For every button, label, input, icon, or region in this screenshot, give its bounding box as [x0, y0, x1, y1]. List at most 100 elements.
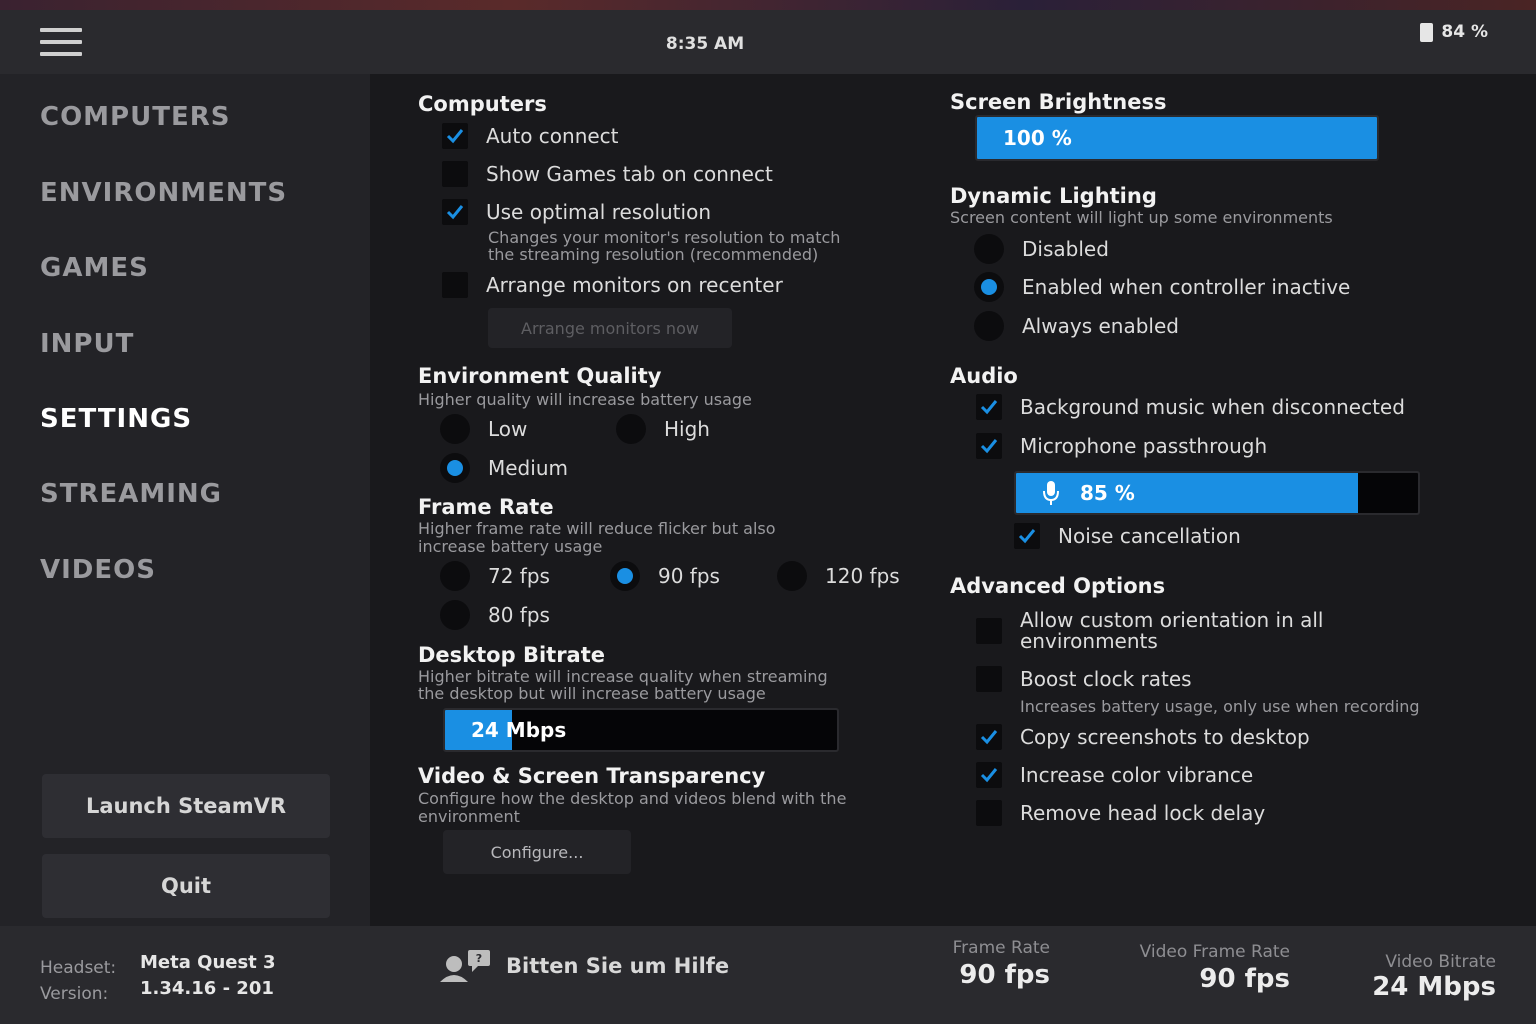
environment-quality-desc: Higher quality will increase battery usa…	[418, 390, 752, 409]
sidebar-item-videos[interactable]: VIDEOS	[40, 555, 156, 585]
support-agent-icon: ?	[440, 950, 490, 982]
sidebar-item-streaming[interactable]: STREAMING	[40, 479, 222, 509]
auto-connect-option[interactable]: Auto connect	[442, 123, 619, 149]
noise-cancellation-option[interactable]: Noise cancellation	[1014, 523, 1241, 549]
boost-clock-checkbox[interactable]	[976, 666, 1002, 692]
quality-medium-option[interactable]: Medium	[440, 453, 568, 483]
noise-cancellation-label: Noise cancellation	[1058, 524, 1241, 548]
boost-clock-desc: Increases battery usage, only use when r…	[1020, 697, 1420, 716]
quality-high-option[interactable]: High	[616, 414, 710, 444]
desktop-bitrate-heading: Desktop Bitrate	[418, 643, 606, 667]
transparency-desc-2: environment	[418, 807, 520, 826]
headset-value: Meta Quest 3	[140, 952, 276, 973]
mic-level-value: 85 %	[1080, 481, 1135, 505]
sidebar-item-games[interactable]: GAMES	[40, 253, 149, 283]
fps-90-radio[interactable]	[610, 561, 640, 591]
lighting-inactive-option[interactable]: Enabled when controller inactive	[974, 272, 1350, 302]
copy-screenshots-checkbox[interactable]	[976, 724, 1002, 750]
fps-120-radio[interactable]	[777, 561, 807, 591]
frame-rate-desc-1: Higher frame rate will reduce flicker bu…	[418, 519, 776, 538]
advanced-heading: Advanced Options	[950, 574, 1166, 598]
audio-heading: Audio	[950, 364, 1018, 388]
lighting-inactive-radio[interactable]	[974, 272, 1004, 302]
optimal-resolution-checkbox[interactable]	[442, 199, 468, 225]
fps-90-option[interactable]: 90 fps	[610, 561, 720, 591]
custom-orientation-label-2: environments	[1020, 629, 1158, 653]
head-lock-checkbox[interactable]	[976, 800, 1002, 826]
quality-high-label: High	[664, 417, 710, 441]
frame-rate-heading: Frame Rate	[418, 495, 554, 519]
brightness-slider[interactable]: 100 %	[975, 115, 1379, 161]
fps-80-radio[interactable]	[440, 600, 470, 630]
desktop-bitrate-desc-2: the desktop but will increase battery us…	[418, 684, 766, 703]
copy-screenshots-option[interactable]: Copy screenshots to desktop	[976, 724, 1310, 750]
bg-music-label: Background music when disconnected	[1020, 395, 1405, 419]
sidebar-item-environments[interactable]: ENVIRONMENTS	[40, 178, 287, 208]
boost-clock-option[interactable]: Boost clock rates	[976, 666, 1192, 692]
lighting-disabled-radio[interactable]	[974, 234, 1004, 264]
mic-level-content: 85 %	[1042, 473, 1135, 513]
show-games-option[interactable]: Show Games tab on connect	[442, 161, 773, 187]
quality-low-radio[interactable]	[440, 414, 470, 444]
auto-connect-label: Auto connect	[486, 124, 619, 148]
color-vibrance-option[interactable]: Increase color vibrance	[976, 762, 1253, 788]
desktop-bitrate-slider[interactable]: 24 Mbps	[443, 708, 839, 752]
lighting-inactive-label: Enabled when controller inactive	[1022, 275, 1351, 299]
optimal-resolution-desc-2: the streaming resolution (recommended)	[488, 245, 819, 264]
quality-low-option[interactable]: Low	[440, 414, 527, 444]
lighting-always-option[interactable]: Always enabled	[974, 311, 1179, 341]
quality-medium-label: Medium	[488, 456, 568, 480]
lighting-disabled-label: Disabled	[1022, 237, 1109, 261]
transparency-heading: Video & Screen Transparency	[418, 764, 766, 788]
desktop-bitrate-desc-1: Higher bitrate will increase quality whe…	[418, 667, 828, 686]
noise-cancellation-checkbox[interactable]	[1014, 523, 1040, 549]
dynamic-lighting-desc: Screen content will light up some enviro…	[950, 208, 1333, 227]
sidebar-item-settings[interactable]: SETTINGS	[40, 404, 192, 434]
mic-passthrough-option[interactable]: Microphone passthrough	[976, 433, 1267, 459]
mic-passthrough-checkbox[interactable]	[976, 433, 1002, 459]
frame-rate-stat-label: Frame Rate	[952, 938, 1050, 958]
quit-button[interactable]: Quit	[42, 854, 330, 918]
auto-connect-checkbox[interactable]	[442, 123, 468, 149]
transparency-desc-1: Configure how the desktop and videos ble…	[418, 789, 847, 808]
quality-medium-radio[interactable]	[440, 453, 470, 483]
battery-icon	[1420, 22, 1434, 42]
fps-80-label: 80 fps	[488, 603, 550, 627]
environment-quality-heading: Environment Quality	[418, 364, 662, 388]
optimal-resolution-option[interactable]: Use optimal resolution	[442, 199, 711, 225]
quality-high-radio[interactable]	[616, 414, 646, 444]
help-button[interactable]: ? Bitten Sie um Hilfe	[438, 948, 729, 984]
head-lock-option[interactable]: Remove head lock delay	[976, 800, 1265, 826]
sidebar: COMPUTERS ENVIRONMENTS GAMES INPUT SETTI…	[0, 74, 370, 926]
sidebar-item-input[interactable]: INPUT	[40, 329, 134, 359]
headset-label: Headset:	[40, 958, 117, 978]
show-games-checkbox[interactable]	[442, 161, 468, 187]
fps-120-option[interactable]: 120 fps	[777, 561, 900, 591]
lighting-disabled-option[interactable]: Disabled	[974, 234, 1109, 264]
custom-orientation-checkbox[interactable]	[976, 618, 1002, 644]
custom-orientation-option[interactable]: Allow custom orientation in all environm…	[976, 610, 1323, 652]
launch-steamvr-button[interactable]: Launch SteamVR	[42, 774, 330, 838]
lighting-always-label: Always enabled	[1022, 314, 1179, 338]
fps-72-option[interactable]: 72 fps	[440, 561, 550, 591]
mic-passthrough-label: Microphone passthrough	[1020, 434, 1268, 458]
fps-72-radio[interactable]	[440, 561, 470, 591]
bg-music-option[interactable]: Background music when disconnected	[976, 394, 1405, 420]
arrange-monitors-now-button[interactable]: Arrange monitors now	[488, 308, 732, 348]
color-vibrance-checkbox[interactable]	[976, 762, 1002, 788]
color-vibrance-label: Increase color vibrance	[1020, 763, 1254, 787]
lighting-always-radio[interactable]	[974, 311, 1004, 341]
fps-120-label: 120 fps	[825, 564, 900, 588]
configure-button[interactable]: Configure...	[443, 830, 631, 874]
brightness-value: 100 %	[1003, 126, 1072, 150]
computers-heading: Computers	[418, 92, 547, 116]
arrange-recenter-checkbox[interactable]	[442, 272, 468, 298]
video-bitrate-stat-value: 24 Mbps	[1372, 972, 1496, 1002]
battery-status: 84 %	[1420, 22, 1488, 42]
mic-level-slider[interactable]: 85 %	[1014, 471, 1420, 515]
arrange-recenter-option[interactable]: Arrange monitors on recenter	[442, 272, 783, 298]
bg-music-checkbox[interactable]	[976, 394, 1002, 420]
head-lock-label: Remove head lock delay	[1020, 801, 1266, 825]
sidebar-item-computers[interactable]: COMPUTERS	[40, 102, 230, 132]
fps-80-option[interactable]: 80 fps	[440, 600, 550, 630]
